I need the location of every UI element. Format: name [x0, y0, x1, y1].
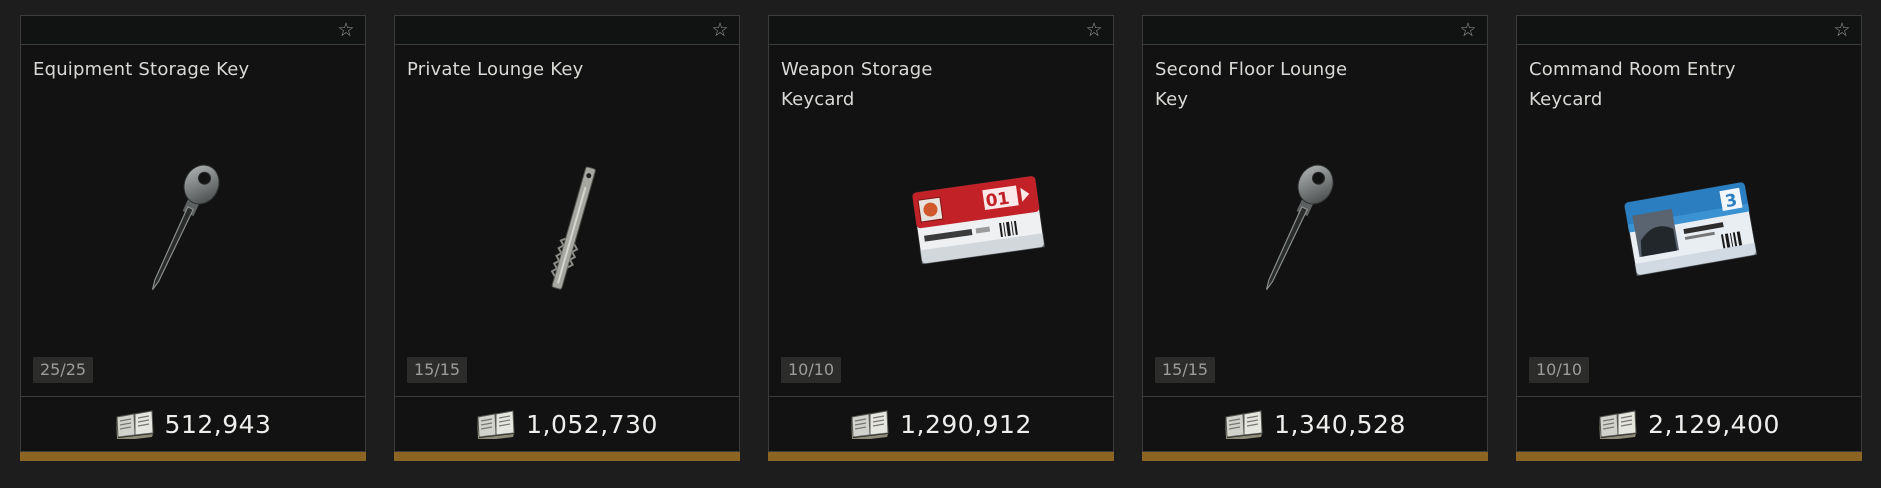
star-outline-icon[interactable]: ☆ — [335, 19, 357, 41]
card-header: ☆ — [20, 15, 366, 45]
item-card-weapon-storage-keycard[interactable]: ☆ 01 Weapon Storage Keycard 10/10 1,290,… — [768, 15, 1114, 467]
rarity-stripe — [20, 452, 366, 461]
handbook-currency-icon — [851, 410, 889, 439]
price-value: 2,129,400 — [1648, 409, 1780, 439]
price-value: 1,290,912 — [900, 409, 1032, 439]
stock-count: 10/10 — [781, 357, 842, 383]
price-value: 1,340,528 — [1274, 409, 1406, 439]
rarity-stripe — [1142, 452, 1488, 461]
price-value: 512,943 — [164, 409, 272, 439]
star-outline-icon[interactable]: ☆ — [1457, 19, 1479, 41]
card-header: ☆ — [394, 15, 740, 45]
card-body[interactable]: 01 Weapon Storage Keycard 10/10 — [768, 45, 1114, 397]
price-value: 1,052,730 — [526, 409, 658, 439]
item-title: Second Floor Lounge Key — [1155, 59, 1348, 110]
item-grid: ☆ Equipment Storage Key 25/25 512,943 ☆ … — [0, 0, 1881, 488]
card-body[interactable]: Second Floor Lounge Key 15/15 — [1142, 45, 1488, 397]
stock-count: 15/15 — [407, 357, 468, 383]
metal-key-icon — [151, 164, 220, 291]
item-card-equipment-storage-key[interactable]: ☆ Equipment Storage Key 25/25 512,943 — [20, 15, 366, 467]
item-title: Command Room Entry Keycard — [1529, 59, 1736, 110]
rarity-stripe — [394, 452, 740, 461]
item-card-command-room-entry-keycard[interactable]: ☆ 3 Command Room Entry Keycard 10/10 2,1… — [1516, 15, 1862, 467]
card-header: ☆ — [768, 15, 1114, 45]
card-body[interactable]: Private Lounge Key 15/15 — [394, 45, 740, 397]
item-title: Weapon Storage Keycard — [781, 59, 933, 110]
handbook-currency-icon — [1599, 410, 1637, 439]
card-header: ☆ — [1516, 15, 1862, 45]
stock-count: 15/15 — [1155, 357, 1216, 383]
handbook-currency-icon — [1225, 410, 1263, 439]
item-title: Private Lounge Key — [407, 59, 584, 80]
item-card-private-lounge-key[interactable]: ☆ Private Lounge Key 15/15 1,052,730 — [394, 15, 740, 467]
star-outline-icon[interactable]: ☆ — [709, 19, 731, 41]
stock-count: 10/10 — [1529, 357, 1590, 383]
price-bar[interactable]: 1,290,912 — [768, 397, 1114, 452]
rarity-stripe — [768, 452, 1114, 461]
card-header: ☆ — [1142, 15, 1488, 45]
card-body[interactable]: 3 Command Room Entry Keycard 10/10 — [1516, 45, 1862, 397]
flat-skeleton-key-icon — [550, 166, 596, 290]
price-bar[interactable]: 1,052,730 — [394, 397, 740, 452]
price-bar[interactable]: 512,943 — [20, 397, 366, 452]
star-outline-icon[interactable]: ☆ — [1831, 19, 1853, 41]
item-card-second-floor-lounge-key[interactable]: ☆ Second Floor Lounge Key 15/15 1,340,52… — [1142, 15, 1488, 467]
price-bar[interactable]: 1,340,528 — [1142, 397, 1488, 452]
price-bar[interactable]: 2,129,400 — [1516, 397, 1862, 452]
rarity-stripe — [1516, 452, 1862, 461]
handbook-currency-icon — [115, 410, 154, 439]
card-body[interactable]: Equipment Storage Key 25/25 — [20, 45, 366, 397]
item-title: Equipment Storage Key — [33, 59, 250, 80]
handbook-currency-icon — [477, 410, 515, 439]
stock-count: 25/25 — [33, 357, 94, 383]
keycard-badge: 01 — [985, 189, 1011, 212]
star-outline-icon[interactable]: ☆ — [1083, 19, 1105, 41]
